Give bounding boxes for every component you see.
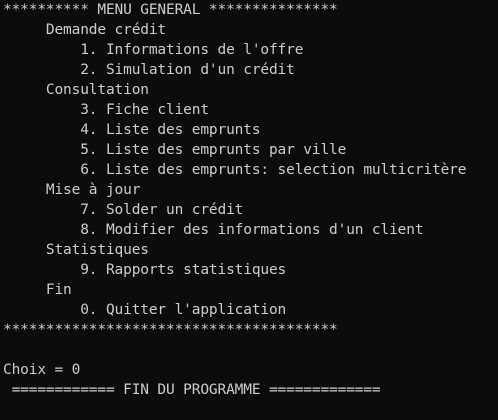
choice-input-line[interactable]: Choix = 0 <box>3 360 80 380</box>
menu-item-6: 6. Liste des emprunts: selection multicr… <box>3 162 467 178</box>
menu-item-2: 2. Simulation d'un crédit <box>3 62 295 78</box>
section-mise-a-jour: Mise à jour <box>3 182 141 198</box>
section-consultation: Consultation <box>3 82 149 98</box>
menu-header: ********** MENU GENERAL *************** <box>3 2 338 18</box>
section-fin: Fin <box>3 282 72 298</box>
menu-item-4: 4. Liste des emprunts <box>3 122 261 138</box>
menu-item-0: 0. Quitter l'application <box>3 302 287 318</box>
section-statistiques: Statistiques <box>3 242 149 258</box>
menu-footer: *************************************** <box>3 322 338 338</box>
menu-item-5: 5. Liste des emprunts par ville <box>3 142 347 158</box>
menu-item-3: 3. Fiche client <box>3 102 209 118</box>
section-demande-credit: Demande crédit <box>3 22 167 38</box>
console-window: ********** MENU GENERAL *************** … <box>0 0 498 420</box>
menu-item-7: 7. Solder un crédit <box>3 202 244 218</box>
menu-item-9: 9. Rapports statistiques <box>3 262 287 278</box>
end-program-banner: ============ FIN DU PROGRAMME ==========… <box>3 382 381 398</box>
menu-item-1: 1. Informations de l'offre <box>3 42 304 58</box>
menu-item-8: 8. Modifier des informations d'un client <box>3 222 424 238</box>
